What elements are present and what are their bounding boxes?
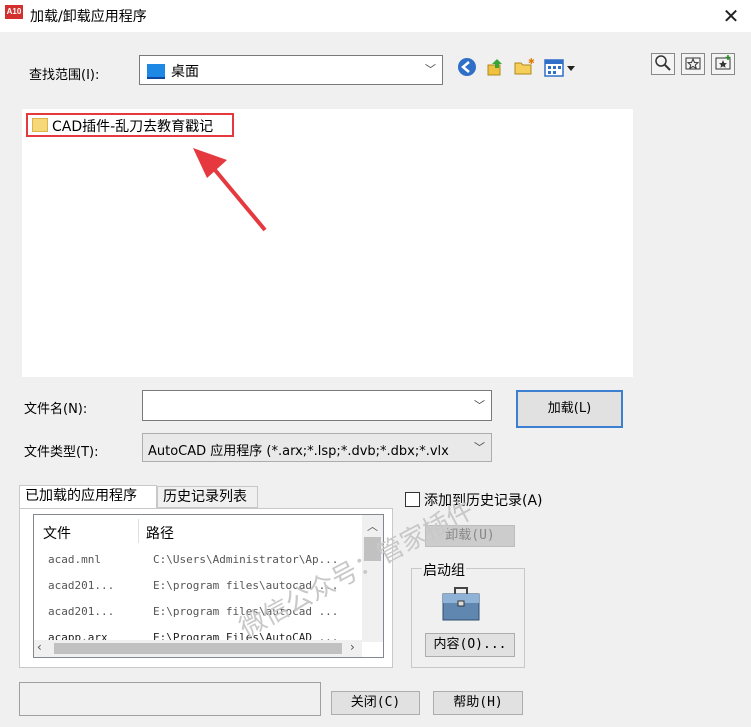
chevron-down-icon: ﹀ bbox=[474, 440, 485, 454]
pointer-arrow-annotation bbox=[193, 148, 267, 232]
autocad-app-icon: A10 bbox=[5, 5, 23, 19]
find-icon[interactable] bbox=[651, 53, 675, 75]
tab-loaded-apps[interactable]: 已加载的应用程序 bbox=[19, 485, 157, 509]
row-file: acad201... bbox=[48, 579, 115, 592]
filetype-value: AutoCAD 应用程序 (*.arx;*.lsp;*.dvb;*.dbx;*.… bbox=[148, 444, 449, 459]
svg-text:✱: ✱ bbox=[528, 57, 535, 66]
row-file: acad.mnl bbox=[48, 553, 101, 566]
lookin-combo[interactable]: 桌面 ﹀ bbox=[139, 55, 443, 85]
column-header-file[interactable]: 文件 bbox=[43, 523, 71, 543]
close-window-button[interactable]: ✕ bbox=[715, 2, 747, 30]
scroll-thumb-horizontal[interactable] bbox=[54, 643, 342, 654]
tab-history[interactable]: 历史记录列表 bbox=[157, 486, 258, 508]
add-favorite-icon[interactable] bbox=[711, 53, 735, 75]
window-title: 加载/卸载应用程序 bbox=[30, 9, 147, 25]
desktop-icon bbox=[147, 64, 165, 79]
horizontal-scrollbar[interactable]: ‹ › bbox=[34, 640, 362, 657]
chevron-down-icon: ﹀ bbox=[425, 63, 436, 77]
title-bar: A10 加载/卸载应用程序 ✕ bbox=[0, 0, 751, 32]
help-button[interactable]: 帮助(H) bbox=[433, 691, 523, 715]
row-file: acad201... bbox=[48, 605, 115, 618]
column-divider bbox=[138, 519, 139, 543]
views-menu-icon[interactable] bbox=[544, 58, 578, 78]
filename-input[interactable]: ﹀ bbox=[142, 390, 492, 421]
file-item-selected[interactable]: CAD插件-乱刀去教育戳记 bbox=[26, 113, 234, 137]
filename-label: 文件名(N): bbox=[24, 402, 88, 417]
back-icon[interactable] bbox=[456, 57, 478, 79]
contents-button[interactable]: 内容(O)... bbox=[425, 633, 515, 657]
briefcase-icon[interactable] bbox=[441, 586, 481, 622]
column-header-path[interactable]: 路径 bbox=[146, 523, 174, 543]
lookin-value: 桌面 bbox=[171, 64, 199, 80]
filetype-label: 文件类型(T): bbox=[24, 445, 99, 460]
scroll-up-icon[interactable]: ︿ bbox=[367, 518, 378, 534]
load-button[interactable]: 加载(L) bbox=[516, 390, 623, 428]
up-folder-icon[interactable] bbox=[484, 57, 506, 79]
status-field bbox=[19, 682, 321, 716]
filetype-select[interactable]: AutoCAD 应用程序 (*.arx;*.lsp;*.dvb;*.dbx;*.… bbox=[142, 433, 492, 462]
startup-suite-label: 启动组 bbox=[422, 560, 466, 580]
add-history-checkbox[interactable] bbox=[405, 492, 420, 507]
file-item-label: CAD插件-乱刀去教育戳记 bbox=[52, 119, 214, 135]
lookin-label: 查找范围(I): bbox=[29, 68, 100, 83]
file-list[interactable] bbox=[22, 109, 633, 377]
scroll-left-icon[interactable]: ‹ bbox=[37, 640, 42, 654]
folder-icon bbox=[32, 118, 48, 132]
close-button[interactable]: 关闭(C) bbox=[331, 691, 420, 715]
scroll-right-icon[interactable]: › bbox=[350, 640, 355, 654]
new-folder-icon[interactable]: ✱ bbox=[513, 57, 535, 79]
favorites-icon[interactable] bbox=[681, 53, 705, 75]
chevron-down-icon: ﹀ bbox=[474, 398, 485, 412]
